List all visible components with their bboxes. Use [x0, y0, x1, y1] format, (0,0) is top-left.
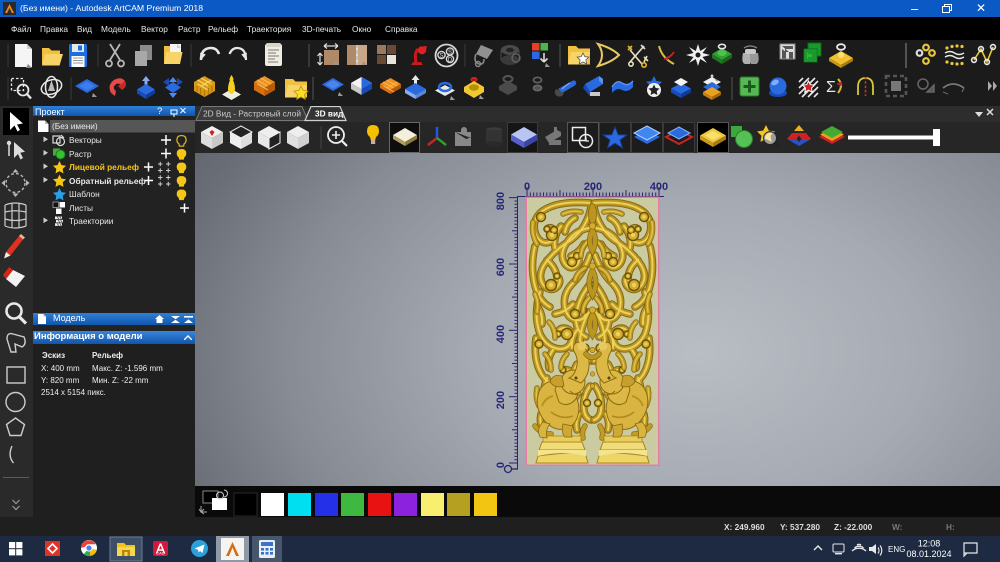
svg-text:CAD: CAD [156, 551, 165, 556]
svg-text:0: 0 [524, 181, 530, 193]
svg-text:800: 800 [495, 192, 507, 210]
svg-text:08.01.2024: 08.01.2024 [906, 549, 951, 559]
svg-text:400: 400 [650, 181, 668, 193]
svg-text:ENG: ENG [888, 545, 905, 554]
svg-text:S: S [439, 54, 443, 60]
svg-text:Σ: Σ [826, 79, 836, 96]
svg-text:D: D [448, 58, 453, 64]
svg-text:12:08: 12:08 [918, 539, 941, 549]
svg-text:2D Вид - Растровый слой: 2D Вид - Растровый слой [203, 109, 301, 119]
svg-text:600: 600 [495, 258, 507, 276]
svg-text:200: 200 [495, 391, 507, 409]
svg-text:S: S [448, 50, 452, 56]
svg-text:200: 200 [584, 181, 602, 193]
svg-text:400: 400 [495, 325, 507, 343]
svg-text:3D вид: 3D вид [315, 109, 344, 119]
